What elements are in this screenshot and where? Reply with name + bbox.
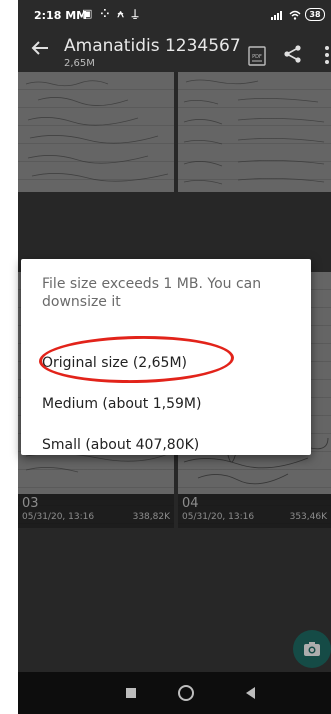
navigation-bar: [18, 672, 331, 714]
app-bar: Amanatidis 1234567 2,65M PDF: [18, 30, 331, 72]
document-size: 2,65M: [64, 58, 95, 69]
back-arrow-icon[interactable]: [28, 36, 52, 60]
more-options-icon[interactable]: [322, 44, 331, 66]
option-small-size[interactable]: Small (about 407,80K): [42, 437, 199, 453]
signal-icon: [271, 10, 282, 20]
status-bar: 2:18 MM ▣ ⁘ ⍲ ⍊ 38: [18, 0, 331, 30]
option-medium-size[interactable]: Medium (about 1,59M): [42, 396, 201, 412]
dialog-message: File size exceeds 1 MB. You can downsize…: [42, 276, 262, 310]
status-time: 2:18 MM: [34, 9, 88, 22]
wifi-icon: [289, 10, 301, 20]
battery-icon: 38: [305, 8, 325, 21]
notification-icons: ▣ ⁘ ⍲ ⍊: [82, 7, 141, 20]
document-title: Amanatidis 1234567: [64, 36, 241, 56]
pdf-icon[interactable]: PDF: [248, 46, 266, 66]
status-right: 38: [271, 8, 325, 21]
pdf-icon-label: PDF: [252, 54, 262, 60]
nav-back-icon[interactable]: [246, 687, 255, 699]
share-icon[interactable]: [282, 43, 304, 65]
home-icon[interactable]: [178, 685, 194, 701]
recent-apps-icon[interactable]: [126, 688, 136, 698]
